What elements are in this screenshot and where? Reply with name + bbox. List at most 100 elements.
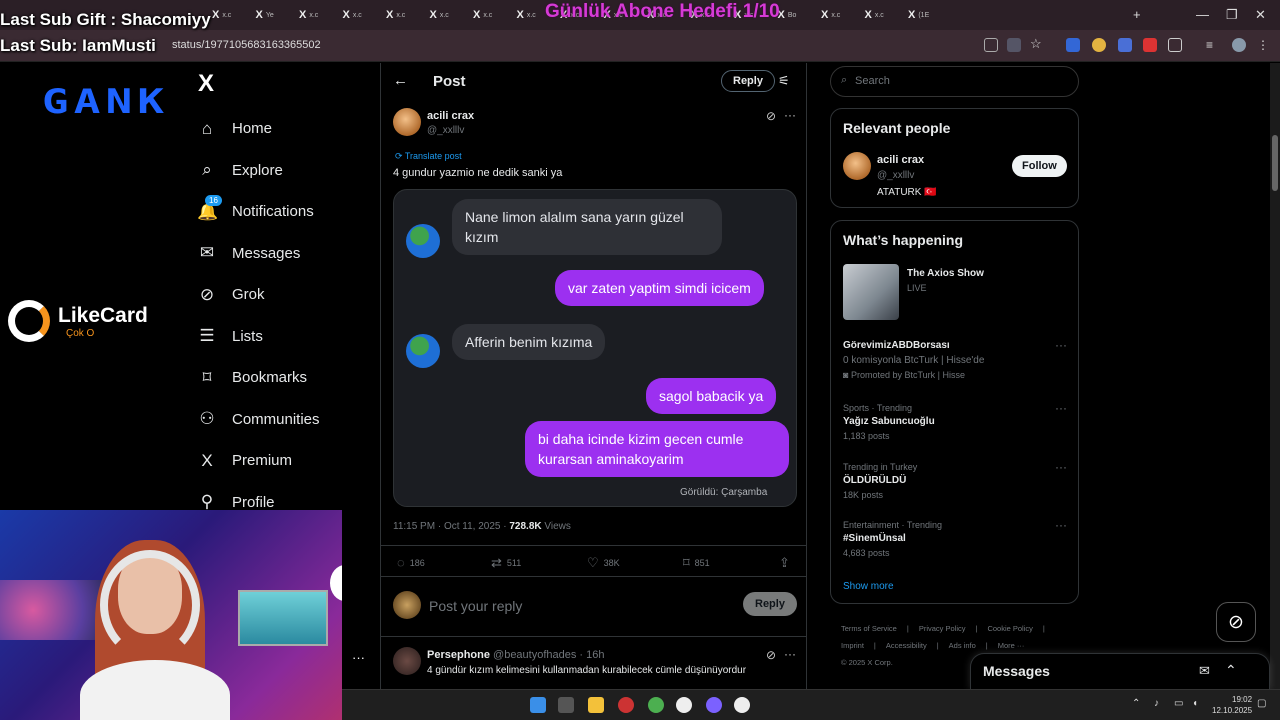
kebab-menu-icon[interactable]: ⋮ — [1257, 38, 1271, 52]
mic-icon[interactable]: ♪ — [1154, 698, 1159, 709]
browser-tab[interactable]: Xx.c — [299, 5, 337, 25]
browser-tab[interactable]: Xx.c — [430, 5, 468, 25]
browser-tab[interactable]: Xx.c — [212, 5, 250, 25]
sidebar-item-grok[interactable]: ⊘ Grok — [197, 274, 320, 316]
star-icon[interactable]: ☆ — [1030, 36, 1044, 51]
url-field[interactable]: status/1977105683163365502 — [172, 39, 321, 51]
share-action[interactable]: ⇪ — [779, 555, 790, 571]
chat-screenshot-image[interactable]: Nane limon alalım sana yarın güzel kızım… — [393, 189, 797, 507]
show-more-link[interactable]: Show more — [843, 581, 894, 592]
axios-show-title[interactable]: The Axios Show — [907, 268, 984, 279]
user-avatar[interactable] — [393, 591, 421, 619]
author-name[interactable]: acili crax — [427, 110, 474, 122]
footer-link[interactable]: More ··· — [998, 641, 1025, 650]
bookmark-action[interactable]: ⌑ 851 — [683, 555, 710, 571]
more-icon[interactable]: ··· — [1055, 338, 1067, 352]
translate-icon[interactable] — [1007, 38, 1021, 52]
footer-link[interactable]: Accessibility — [886, 641, 927, 650]
like-action[interactable]: ♡ 38K — [587, 555, 620, 571]
network-icon[interactable]: ▭ — [1174, 698, 1183, 709]
search-box[interactable]: ⌕ Search — [830, 66, 1079, 97]
start-icon[interactable] — [530, 697, 546, 713]
profile-avatar[interactable] — [1232, 38, 1246, 52]
adjust-icon[interactable]: ⚟ — [778, 73, 790, 89]
browser-tab[interactable]: X Ye — [256, 5, 294, 25]
back-arrow-icon[interactable]: ← — [393, 72, 408, 89]
reply-input[interactable]: Post your reply — [429, 598, 522, 614]
reply-submit-button[interactable]: Reply — [743, 592, 797, 616]
footer-link[interactable]: Cookie Policy — [987, 624, 1032, 633]
more-icon[interactable]: ··· — [352, 650, 365, 665]
folder-icon[interactable] — [588, 697, 604, 713]
browser-tab[interactable]: Xx.c — [865, 5, 903, 25]
more-icon[interactable]: ··· — [784, 647, 796, 661]
puzzle-icon[interactable] — [1168, 38, 1182, 52]
person-name[interactable]: acili crax — [877, 154, 924, 166]
post-time[interactable]: 11:15 PM · Oct 11, 2025 · — [393, 521, 509, 532]
grok-icon[interactable]: ⊘ — [766, 109, 776, 123]
volume-icon[interactable]: ◖ — [1192, 698, 1198, 709]
restore-button[interactable]: ❐ — [1226, 7, 1238, 23]
grok-icon[interactable]: ⊘ — [766, 648, 776, 662]
sidebar-item-premium[interactable]: X Premium — [197, 440, 320, 482]
person-avatar[interactable] — [843, 152, 871, 180]
sidebar-item-explore[interactable]: ⌕ Explore — [197, 150, 320, 192]
expand-icon[interactable]: ⌃ — [1225, 662, 1237, 679]
browser-tab[interactable]: X (1E — [908, 5, 946, 25]
browser-tab[interactable]: Xx.c — [386, 5, 424, 25]
app-icon[interactable] — [734, 697, 750, 713]
author-avatar[interactable] — [393, 108, 421, 136]
promoted-trend[interactable]: GörevimizABDBorsası 0 komisyonla BtcTurk… — [843, 340, 984, 380]
axios-thumbnail[interactable] — [843, 264, 899, 320]
more-icon[interactable]: ··· — [1055, 460, 1067, 474]
repost-action[interactable]: ⇄ 511 — [491, 555, 521, 571]
extension-icon[interactable] — [1118, 38, 1132, 52]
taskbar-clock[interactable]: 19:02 12.10.2025 — [1212, 694, 1252, 716]
browser-tab[interactable]: Xx.c — [473, 5, 511, 25]
discord-icon[interactable] — [706, 697, 722, 713]
trend-item[interactable]: Sports · Trending Yağız Sabuncuoğlu 1,183 … — [843, 403, 935, 441]
extension-icon[interactable] — [1092, 38, 1106, 52]
messages-drawer[interactable]: Messages ✉ ⌃ — [970, 653, 1270, 689]
install-icon[interactable] — [984, 38, 998, 52]
x-logo-icon[interactable]: X — [198, 70, 214, 98]
sidebar-item-communities[interactable]: ⚇ Communities — [197, 399, 319, 441]
extension-icon[interactable] — [1066, 38, 1080, 52]
person-handle[interactable]: @_xxlllv — [877, 170, 914, 181]
minimize-button[interactable]: — — [1196, 7, 1209, 22]
search-input[interactable]: Search — [855, 75, 890, 87]
more-icon[interactable]: ··· — [1055, 518, 1067, 532]
close-window-button[interactable]: ✕ — [1255, 7, 1266, 23]
sidebar-item-bookmarks[interactable]: ⌑ Bookmarks — [197, 357, 320, 399]
reply-action[interactable]: ◌ 186 — [397, 555, 425, 570]
new-tab-button[interactable]: + — [1133, 7, 1141, 22]
browser-tab[interactable]: Xx.c — [821, 5, 859, 25]
footer-link[interactable]: Imprint — [841, 641, 864, 650]
sidebar-item-home[interactable]: ⌂ Home — [197, 108, 320, 150]
reply-pill-button[interactable]: Reply — [721, 70, 775, 92]
sidebar-item-notifications[interactable]: 🔔 Notifications 16 — [197, 191, 320, 233]
app-icon[interactable] — [618, 697, 634, 713]
task-view-icon[interactable] — [558, 697, 574, 713]
more-icon[interactable]: ··· — [784, 108, 796, 122]
footer-link[interactable]: Privacy Policy — [919, 624, 966, 633]
browser-tab[interactable]: X Bo — [778, 5, 816, 25]
follow-button[interactable]: Follow — [1012, 155, 1067, 177]
footer-link[interactable]: Terms of Service — [841, 624, 897, 633]
sidebar-item-lists[interactable]: ☰ Lists — [197, 316, 320, 358]
tray-chevron-icon[interactable]: ⌃ — [1132, 698, 1140, 709]
reply-avatar[interactable] — [393, 647, 421, 675]
scrollbar-thumb[interactable] — [1272, 135, 1278, 191]
trend-item[interactable]: Trending in Turkey ÖLDÜRÜLDÜ 18K posts — [843, 462, 917, 500]
browser-tab[interactable]: Xx.c — [343, 5, 381, 25]
page-scrollbar[interactable] — [1270, 63, 1280, 689]
sidebar-item-messages[interactable]: ✉ Messages — [197, 233, 320, 275]
notification-icon[interactable]: ▢ — [1257, 698, 1266, 709]
reply-author[interactable]: Persephone @beautyofhades · 16h — [427, 649, 605, 661]
more-icon[interactable]: ··· — [1055, 401, 1067, 415]
translate-post-link[interactable]: ⟳ Translate post — [395, 151, 462, 162]
trend-item[interactable]: Entertainment · Trending #SinemÜnsal 4,683… — [843, 520, 942, 558]
app-icon[interactable] — [676, 697, 692, 713]
menu-icon[interactable]: ≡ — [1206, 38, 1220, 52]
new-message-icon[interactable]: ✉ — [1199, 663, 1210, 679]
